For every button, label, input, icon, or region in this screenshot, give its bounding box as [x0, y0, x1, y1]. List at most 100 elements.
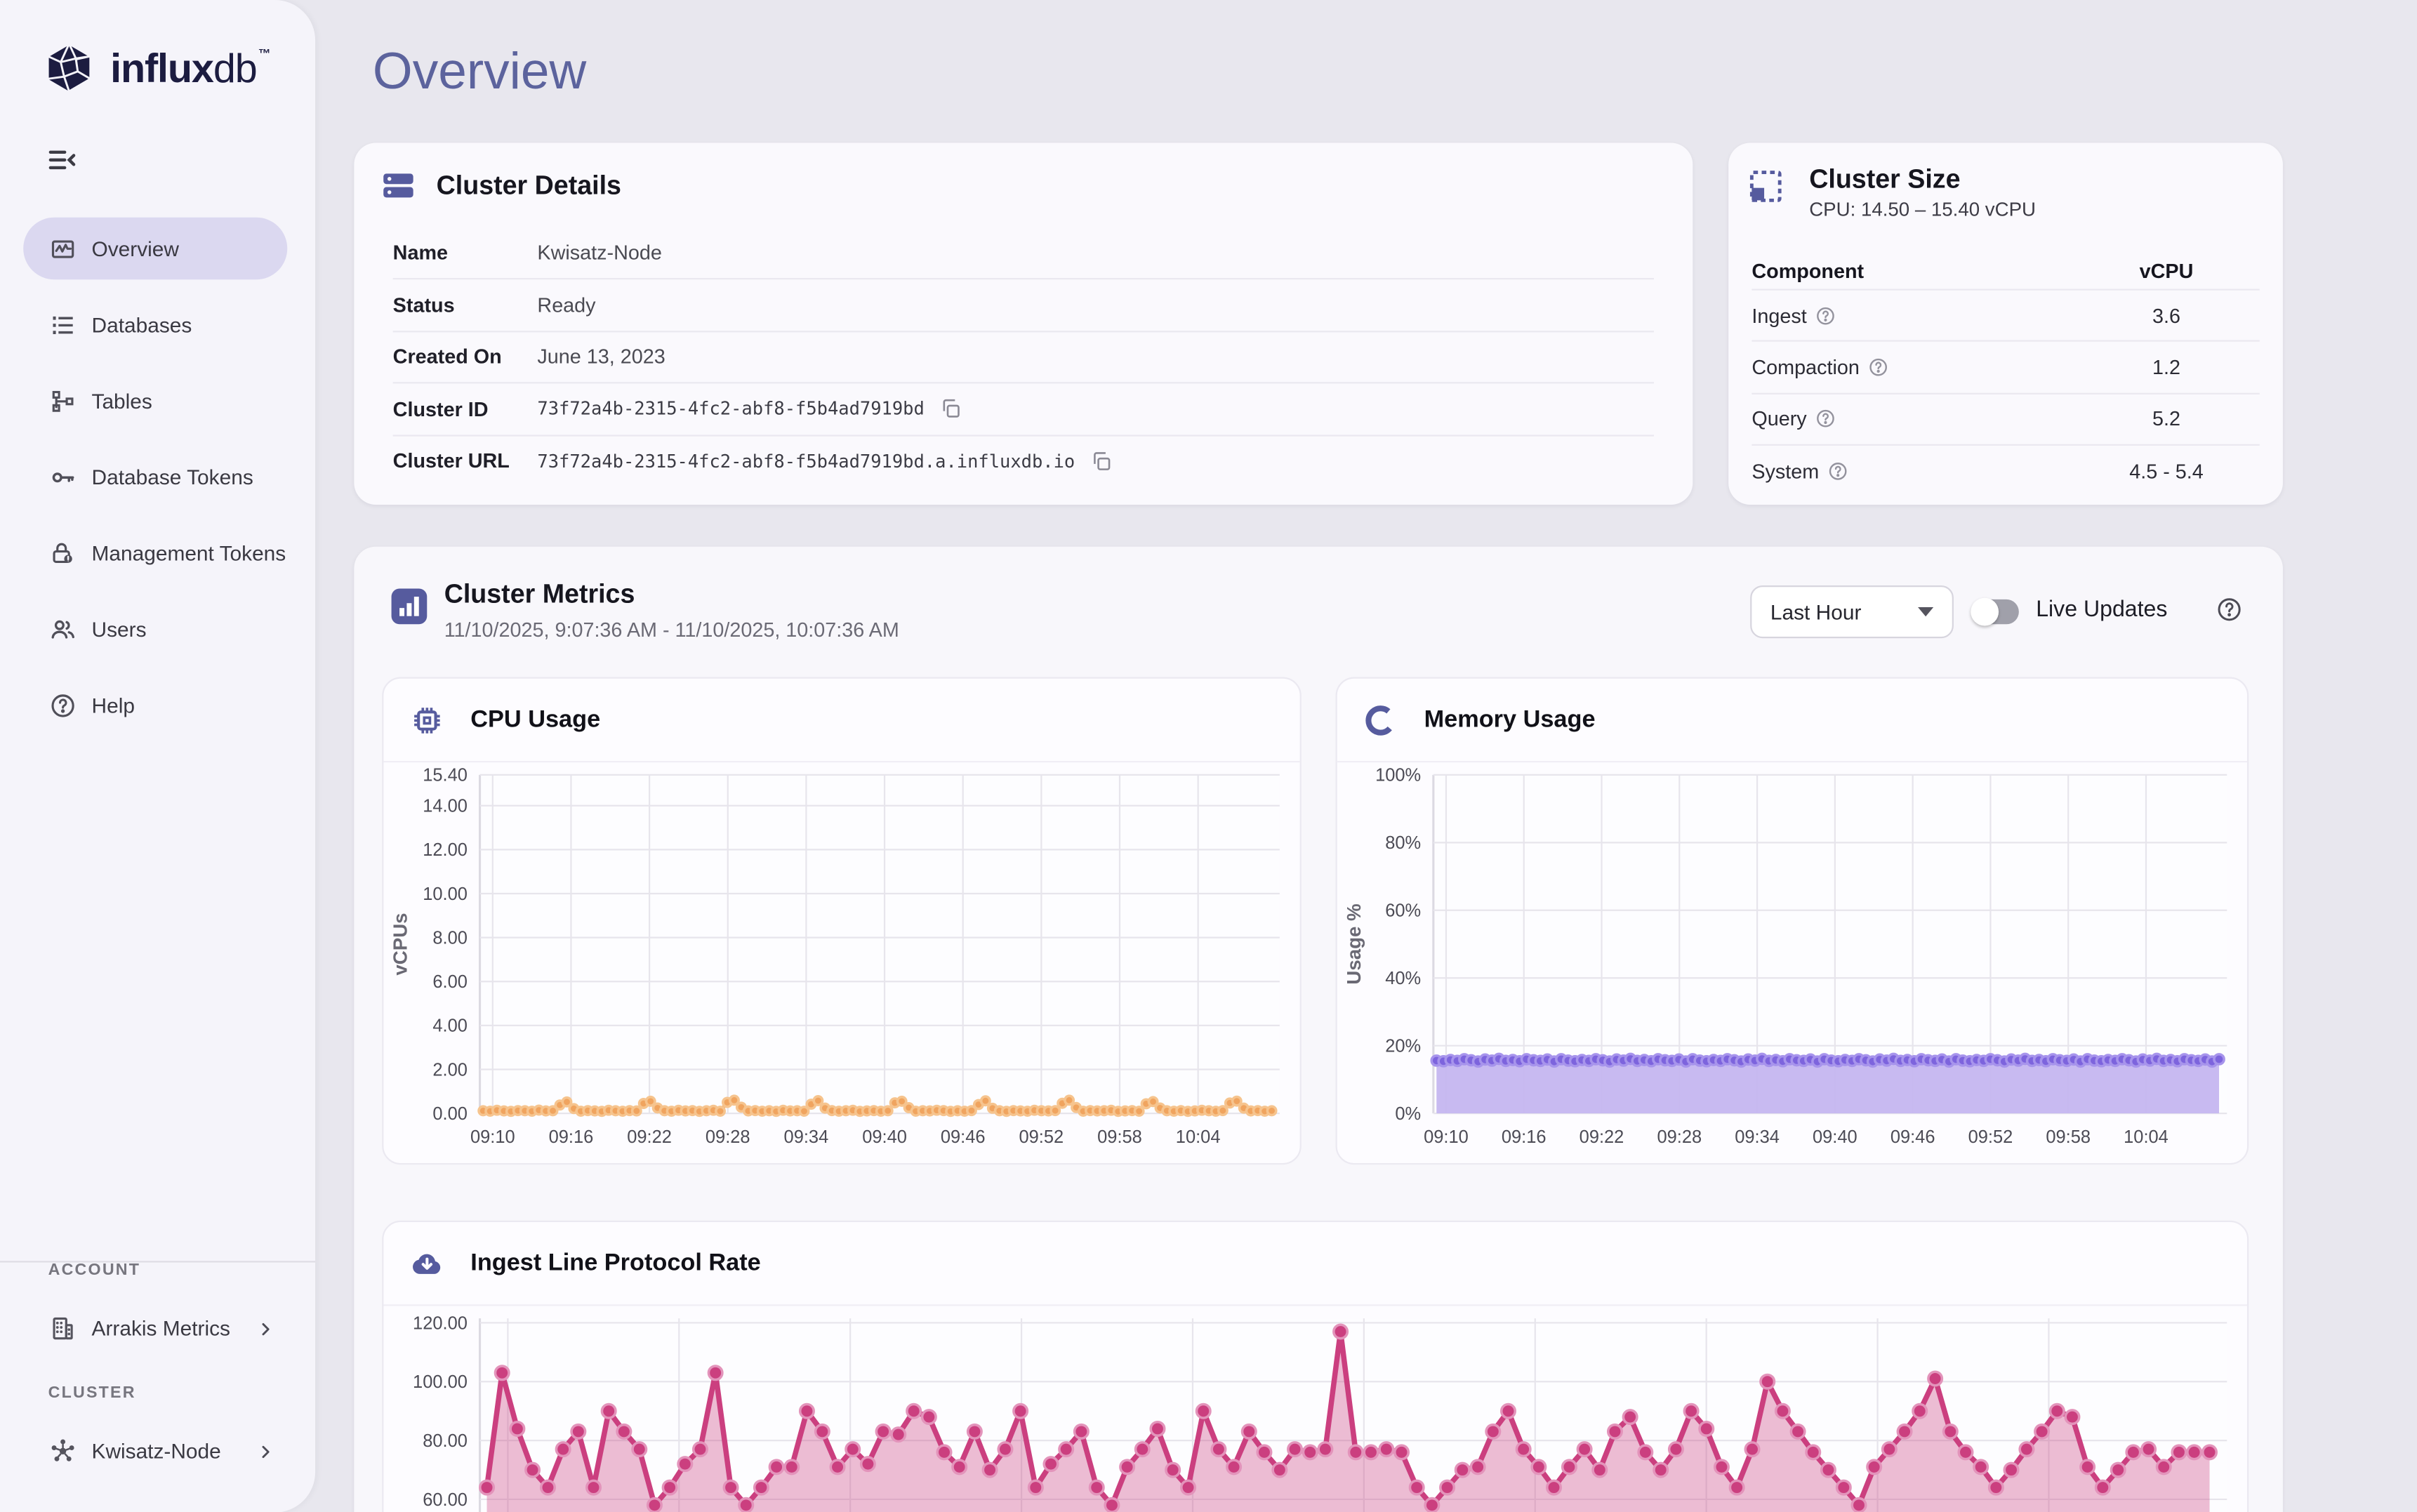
cluster-metrics-title: Cluster Metrics — [444, 579, 635, 610]
cluster-section-label: CLUSTER — [48, 1384, 136, 1402]
cluster-size-title: Cluster Size — [1809, 164, 2036, 195]
sidebar-item-databases[interactable]: Databases — [23, 293, 287, 355]
live-updates-label: Live Updates — [2036, 598, 2167, 623]
question-circle-icon[interactable] — [1869, 357, 1889, 378]
svg-text:20%: 20% — [1385, 1037, 1421, 1056]
svg-text:0.00: 0.00 — [432, 1104, 468, 1124]
sidebar-item-tables[interactable]: Tables — [23, 370, 287, 432]
svg-text:8.00: 8.00 — [432, 928, 468, 948]
svg-text:100%: 100% — [1375, 766, 1421, 785]
time-range-dropdown[interactable]: Last Hour — [1750, 585, 1954, 638]
svg-text:10:04: 10:04 — [1176, 1127, 1221, 1147]
memory-donut-icon — [1363, 703, 1398, 737]
cluster-details-icon — [380, 168, 416, 204]
metrics-time-range: 11/10/2025, 9:07:36 AM - 11/10/2025, 10:… — [444, 618, 899, 641]
svg-text:4.00: 4.00 — [432, 1016, 468, 1036]
sidebar-item-database-tokens[interactable]: Database Tokens — [23, 446, 287, 508]
cluster-name: Kwisatz-Node — [92, 1439, 256, 1462]
question-circle-icon[interactable] — [1829, 461, 1849, 482]
size-row: System 4.5 - 5.4 — [1752, 444, 2259, 496]
ingest-rate-card: Ingest Line Protocol Rate 09:1009:1609:2… — [382, 1221, 2249, 1512]
svg-text:09:28: 09:28 — [706, 1127, 750, 1147]
svg-text:09:10: 09:10 — [470, 1127, 515, 1147]
svg-text:09:46: 09:46 — [941, 1127, 986, 1147]
cluster-switcher[interactable]: Kwisatz-Node — [23, 1419, 290, 1481]
svg-text:09:22: 09:22 — [627, 1127, 672, 1147]
cluster-details-card: Cluster Details Name Kwisatz-Node Status… — [354, 143, 1693, 505]
metrics-help-icon[interactable] — [2216, 596, 2243, 623]
sidebar-item-users[interactable]: Users — [23, 598, 287, 660]
svg-text:14.00: 14.00 — [423, 797, 468, 816]
col-component: Component — [1752, 258, 2073, 281]
svg-text:40%: 40% — [1385, 969, 1421, 988]
details-row: Cluster URL 73f72a4b-2315-4fc2-abf8-f5b4… — [393, 434, 1654, 486]
sidebar-divider — [0, 1261, 315, 1262]
influxdb-logo[interactable]: influxdb ™ — [42, 41, 271, 102]
cluster-details-table: Name Kwisatz-Node Status Ready Created O… — [393, 227, 1654, 486]
chevron-down-icon — [1918, 607, 1933, 616]
databases-icon — [50, 312, 77, 338]
svg-text:12.00: 12.00 — [423, 840, 468, 860]
sidebar-item-overview[interactable]: Overview — [23, 218, 287, 279]
help-icon — [50, 692, 77, 719]
svg-text:6.00: 6.00 — [432, 972, 468, 992]
size-row: Ingest 3.6 — [1752, 289, 2259, 340]
svg-text:09:40: 09:40 — [862, 1127, 907, 1147]
memory-usage-chart: 09:1009:1609:2209:2809:3409:4009:4609:52… — [1337, 762, 2247, 1163]
overview-icon — [50, 235, 77, 262]
chevron-right-icon — [256, 1318, 275, 1337]
cluster-node-icon — [50, 1437, 77, 1464]
ingest-rate-chart: 09:1009:1609:2209:2809:3409:4009:4609:52… — [383, 1306, 2247, 1512]
account-section-label: ACCOUNT — [48, 1261, 141, 1280]
logo-text: influxdb — [110, 41, 257, 97]
time-range-value: Last Hour — [1770, 600, 1918, 623]
svg-text:80.00: 80.00 — [423, 1431, 468, 1451]
cloud-download-icon — [410, 1246, 444, 1280]
svg-text:2.00: 2.00 — [432, 1060, 468, 1080]
svg-text:09:10: 09:10 — [1424, 1127, 1469, 1147]
account-switcher[interactable]: Arrakis Metrics — [23, 1297, 290, 1358]
svg-text:09:16: 09:16 — [549, 1127, 594, 1147]
details-row: Cluster ID 73f72a4b-2315-4fc2-abf8-f5b4a… — [393, 383, 1654, 435]
cluster-size-icon — [1747, 168, 1784, 205]
cpu-usage-card: CPU Usage 09:1009:1609:2209:2809:3409:40… — [382, 677, 1302, 1165]
details-row: Created On June 13, 2023 — [393, 331, 1654, 383]
svg-text:10.00: 10.00 — [423, 884, 468, 904]
sidebar: influxdb ™ Overview Databases Tables Dat… — [0, 0, 315, 1512]
svg-text:120.00: 120.00 — [413, 1313, 468, 1333]
sidebar-collapse-icon[interactable] — [45, 145, 79, 175]
svg-text:60%: 60% — [1385, 901, 1421, 921]
copy-icon[interactable] — [1090, 450, 1112, 472]
svg-text:Usage %: Usage % — [1343, 903, 1365, 984]
svg-text:09:34: 09:34 — [1735, 1127, 1780, 1147]
size-row: Query 5.2 — [1752, 392, 2259, 444]
memory-usage-title: Memory Usage — [1424, 705, 1596, 734]
question-circle-icon[interactable] — [1816, 305, 1836, 326]
svg-text:100.00: 100.00 — [413, 1372, 468, 1392]
cluster-metrics-icon — [390, 587, 428, 625]
svg-text:0%: 0% — [1395, 1104, 1421, 1124]
lock-icon — [50, 540, 77, 566]
sidebar-nav: Overview Databases Tables Database Token… — [23, 218, 287, 750]
question-circle-icon[interactable] — [1816, 409, 1836, 430]
svg-text:09:58: 09:58 — [2046, 1127, 2091, 1147]
svg-text:09:46: 09:46 — [1890, 1127, 1935, 1147]
page-title: Overview — [373, 42, 586, 101]
sidebar-item-management-tokens[interactable]: Management Tokens — [23, 522, 287, 583]
svg-text:09:52: 09:52 — [1968, 1127, 2013, 1147]
sidebar-item-help[interactable]: Help — [23, 674, 287, 736]
tables-icon — [50, 387, 77, 414]
key-icon — [50, 463, 77, 490]
details-row: Status Ready — [393, 279, 1654, 331]
cluster-size-card: Cluster Size CPU: 14.50 – 15.40 vCPU Com… — [1728, 143, 2283, 505]
account-name: Arrakis Metrics — [92, 1316, 256, 1339]
svg-text:10:04: 10:04 — [2124, 1127, 2168, 1147]
live-updates-toggle[interactable] — [1974, 599, 2019, 624]
svg-text:vCPUs: vCPUs — [390, 913, 411, 975]
toggle-knob — [1971, 598, 1999, 626]
ingest-rate-title: Ingest Line Protocol Rate — [470, 1249, 760, 1278]
copy-icon[interactable] — [940, 398, 962, 420]
cpu-icon — [410, 703, 444, 737]
svg-text:09:16: 09:16 — [1502, 1127, 1547, 1147]
cluster-size-rows: Ingest 3.6 Compaction 1.2 Query 5.2 Syst… — [1752, 289, 2259, 496]
